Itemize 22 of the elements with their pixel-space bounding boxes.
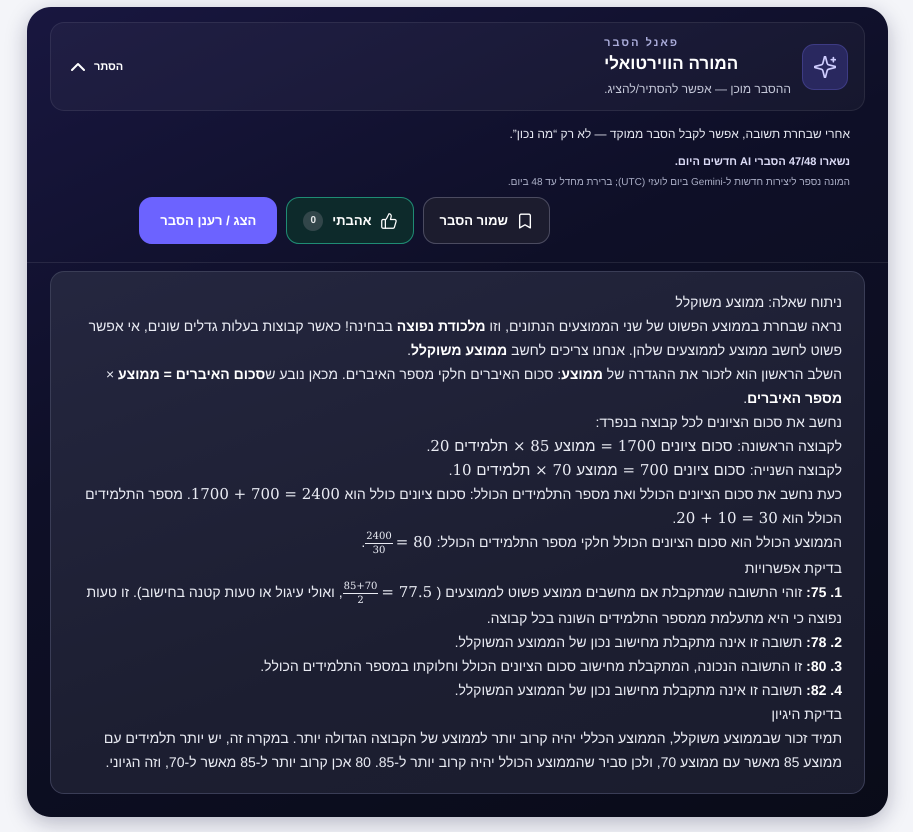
panel-title: המורה הווירטואלי <box>604 53 738 75</box>
panel-label: פאנל הסבר <box>604 36 680 50</box>
explanation-paragraph: בדיקת אפשרויות <box>744 558 842 578</box>
quota-text: נשארו 47/48 הסברי AI חדשים היום. <box>674 155 850 169</box>
bookmark-icon <box>517 212 533 228</box>
explanation-paragraph: תמיד זכור שבממוצע משוקלל, הממוצע הכללי יהיה קרוב יותר לממוצע של הקבוצה הגדולה יותר. במקרה זה, יש יותר תלמידים עם ממוצע 85 מאשר עם ממוצע 70, ולכן סביר שהממוצע הכולל יהיה קרוב יותר ל-85. 80 אכן קרוב יותר ל-85 מאשר ל-70, וזה הגיוני. <box>102 728 842 772</box>
intro-text: אחרי שבחרת תשובה, אפשר לקבל הסבר ממוקד — לא רק “מה נכון”. <box>508 126 850 142</box>
show-explanation-button[interactable]: הצג / רענן הסבר <box>139 197 278 244</box>
like-count: 0 <box>303 210 324 230</box>
panel-subtitle: ההסבר מוכן — אפשר להסתיר/להציג. <box>604 81 791 97</box>
explanation-paragraph: השלב הראשון הוא לזכור את ההגדרה של ממוצע: סכום האיברים חלקי מספר האיברים. מכאן נובע שסכום האיברים = ממוצע × מספר האיברים. <box>104 365 842 408</box>
explanation-paragraph: ניתוח שאלה: ממוצע משוקלל <box>674 293 842 312</box>
explanation-paragraph: נראה שבחרת בממוצע הפשוט של שני הממוצעים הנתונים, וזו מלכודת נפוצה בבחינה! כאשר קבוצות בעלות גדלים שונים, אי אפשר פשוט לחשב ממוצע לממוצעים שלהן. אנחנו צריכים לחשב ממוצע משוקלל. <box>88 317 842 360</box>
explanation-paragraph: נחשב את סכום הציונים לכל קבוצה בנפרד: <box>594 413 842 432</box>
save-button[interactable]: שמור הסבר <box>422 197 550 244</box>
sparkle-icon <box>802 44 848 90</box>
explanation-paragraph: לקבוצה הראשונה: סכום ציונים 1700 = ממוצע 85 × תלמידים 20. <box>425 436 842 457</box>
explanation-paragraph: לקבוצה השנייה: סכום ציונים 700 = ממוצע 70 × תלמידים 10. <box>448 460 842 481</box>
thumbs-up-icon <box>380 212 397 228</box>
quota-note: המונה נספר ליצירות חדשות ל-Gemini ביום לועזי (UTC); ברירת מחדל עד 48 ביום. <box>506 176 850 189</box>
hide-toggle[interactable]: הסתר <box>69 56 126 78</box>
explanation-paragraph: בדיקת היגיון <box>770 704 842 724</box>
